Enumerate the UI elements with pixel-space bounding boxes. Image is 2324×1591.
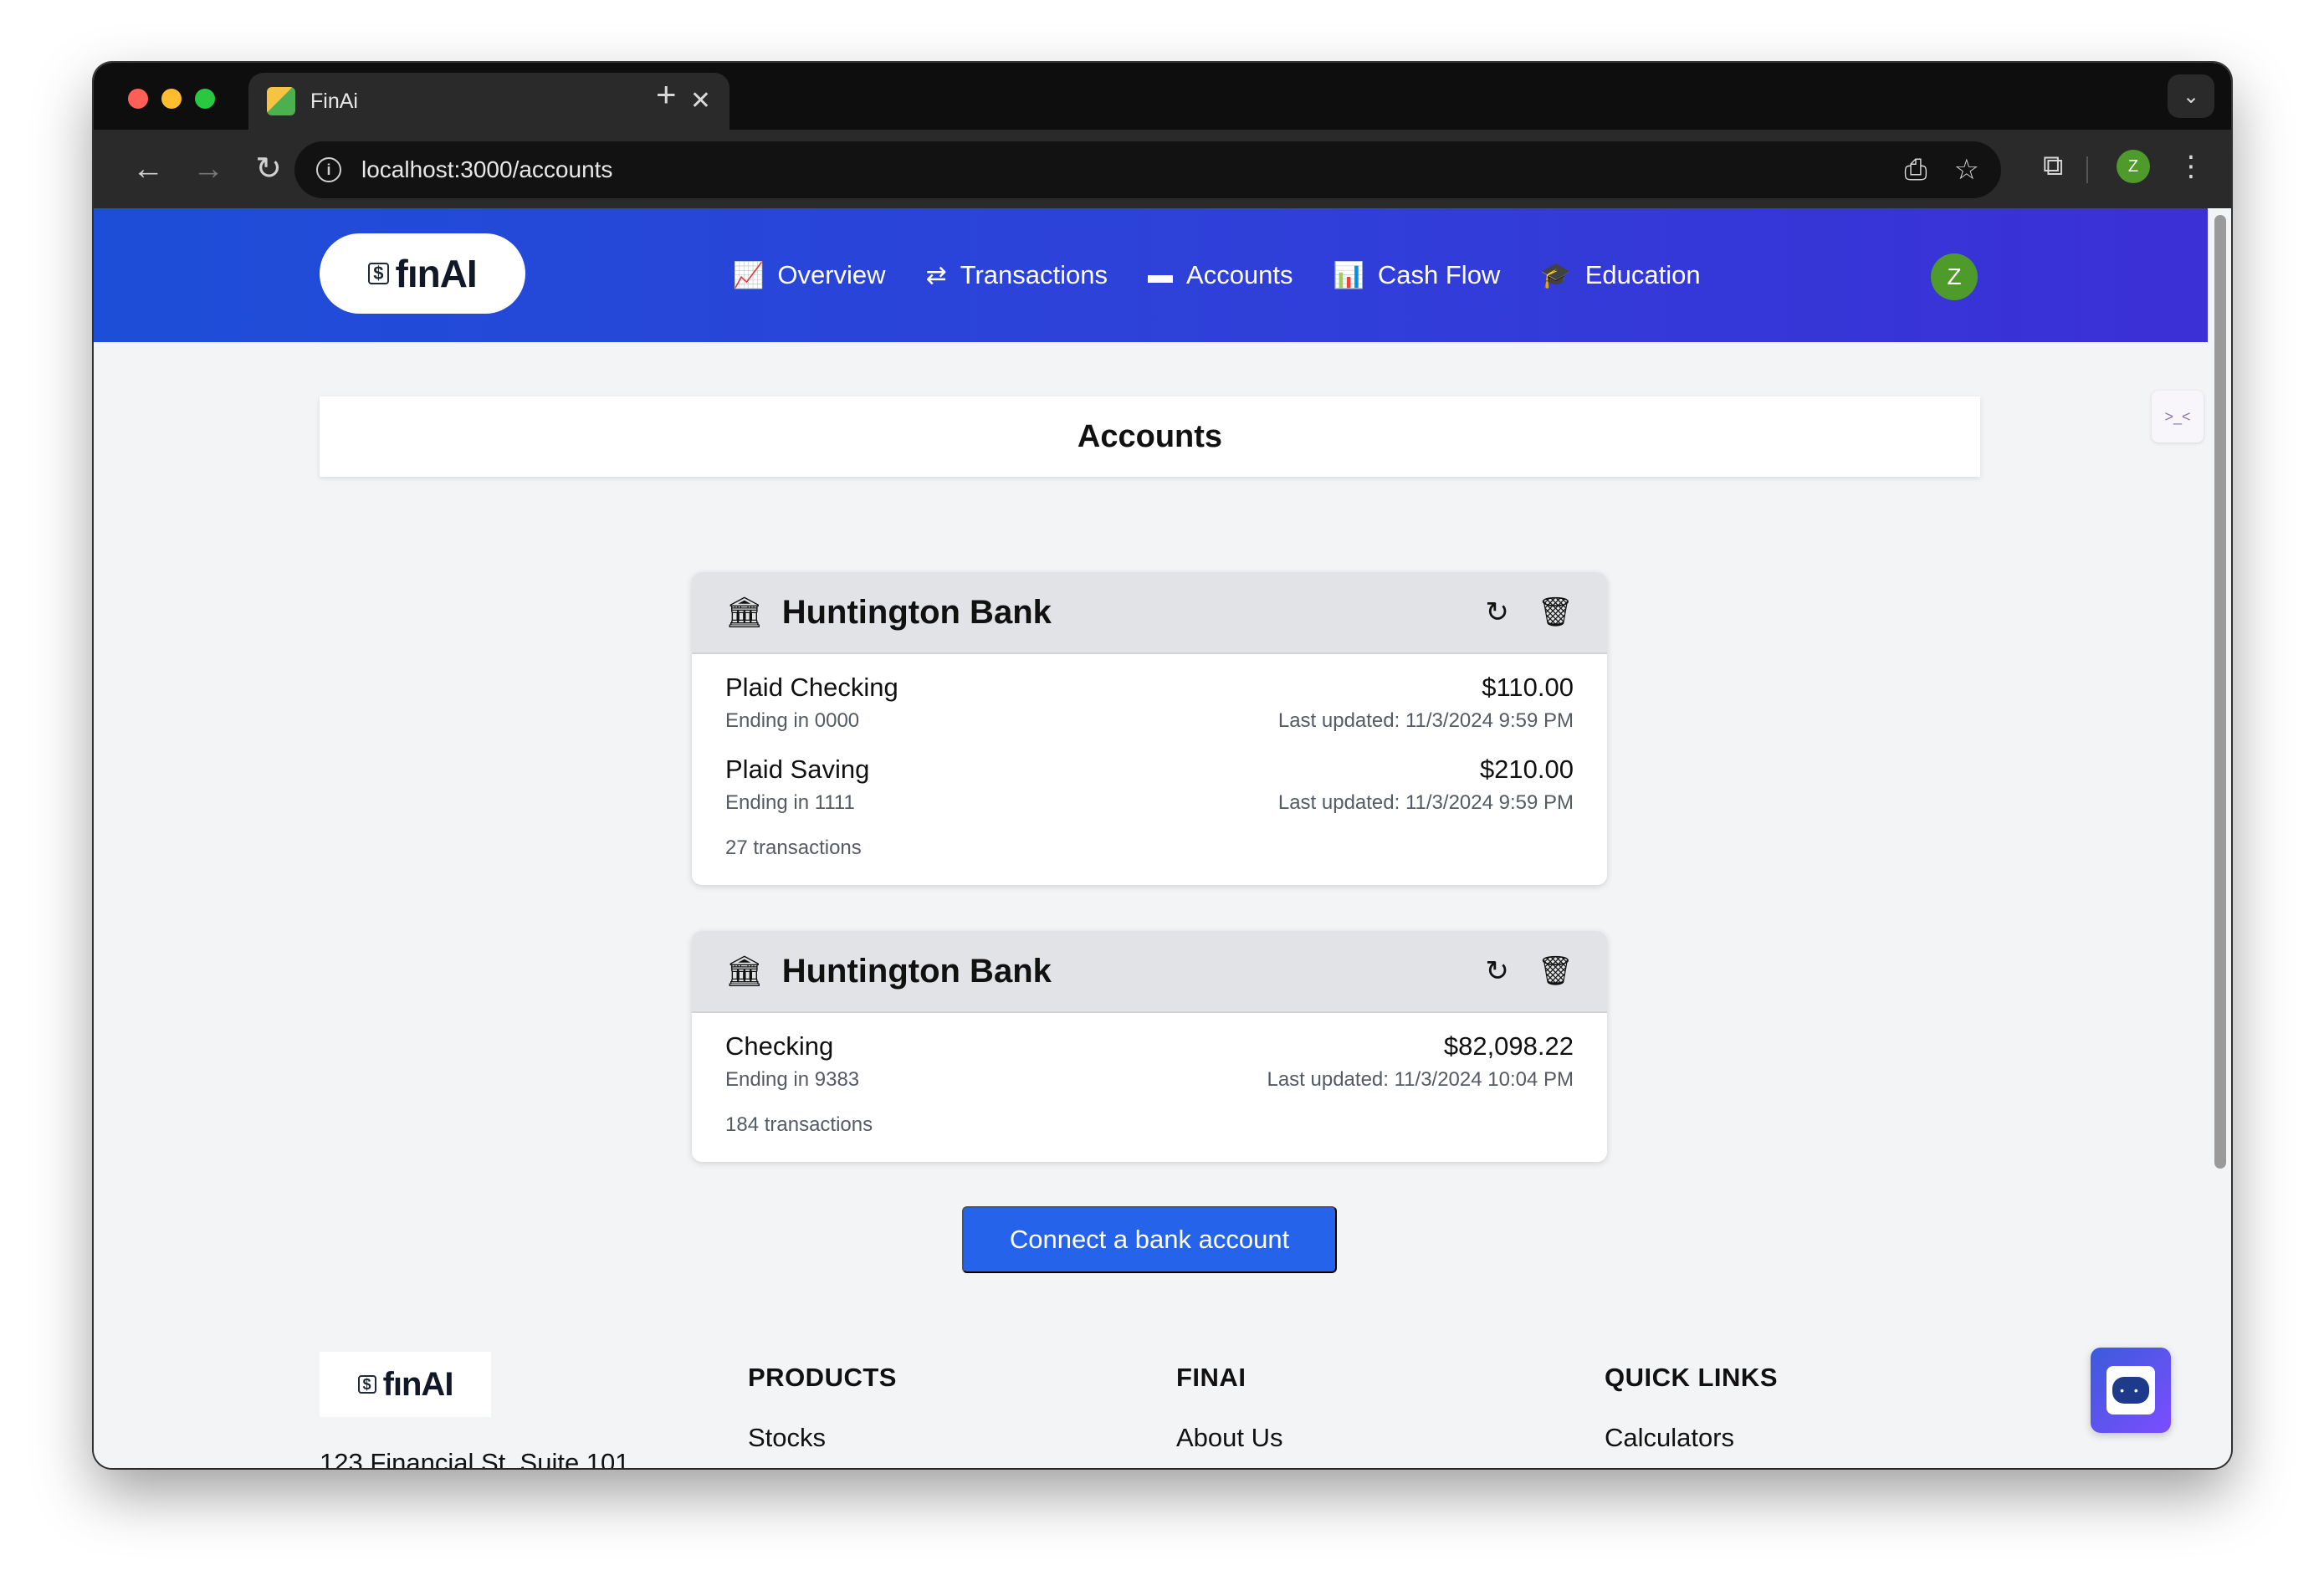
bank-card: 🏛 Huntington Bank ↻ 🗑 Plaid Checking End… xyxy=(692,572,1607,885)
forward-arrow-icon[interactable]: → xyxy=(187,148,229,190)
account-row[interactable]: Plaid Checking Ending in 0000 $110.00 La… xyxy=(725,673,1574,733)
nav-education-label: Education xyxy=(1584,260,1701,289)
site-info-icon[interactable]: i xyxy=(316,157,341,182)
nav-transactions[interactable]: ⇄ Transactions xyxy=(926,260,1108,290)
bank-name: Huntington Bank xyxy=(781,593,1052,631)
footer-heading: FINAI xyxy=(1176,1363,1246,1392)
graduation-cap-icon: 🎓 xyxy=(1540,261,1572,289)
wallet-icon: ▬ xyxy=(1148,261,1174,289)
main-nav: 📈 Overview ⇄ Transactions ▬ Accounts 📊 C… xyxy=(733,208,1701,342)
page-title-bar: Accounts xyxy=(320,396,1980,477)
account-ending: Ending in 0000 xyxy=(725,709,860,732)
extensions-puzzle-icon[interactable]: ⧉ xyxy=(2043,150,2063,182)
browser-window: FinAi ✕ + ⌄ ← → ↻ i localhost:3000/accou… xyxy=(94,63,2231,1468)
account-ending: Ending in 1111 xyxy=(725,791,855,814)
money-logo-icon: $ xyxy=(368,263,389,284)
nav-cash-flow[interactable]: 📊 Cash Flow xyxy=(1333,260,1501,290)
bar-chart-icon: 📊 xyxy=(1333,261,1364,289)
footer-column-products: PRODUCTS Stocks xyxy=(748,1363,897,1453)
account-name: Plaid Saving xyxy=(725,755,870,784)
footer-column-quick-links: QUICK LINKS Calculators xyxy=(1605,1363,1778,1453)
footer-heading: QUICK LINKS xyxy=(1605,1363,1778,1392)
account-name: Checking xyxy=(725,1031,834,1061)
maximize-window-button[interactable] xyxy=(195,89,215,109)
footer-logo[interactable]: $ fınAI xyxy=(320,1352,491,1417)
footer-column-finai: FINAI About Us xyxy=(1176,1363,1283,1453)
bank-card-body: Checking Ending in 9383 $82,098.22 Last … xyxy=(692,1013,1607,1162)
footer-link-calculators[interactable]: Calculators xyxy=(1605,1423,1778,1453)
bookmark-star-icon[interactable]: ☆ xyxy=(1954,153,1979,187)
chatbot-button[interactable]: • • xyxy=(2091,1348,2171,1433)
url-text[interactable]: localhost:3000/accounts xyxy=(361,156,1877,183)
account-balance: $210.00 xyxy=(1479,755,1574,784)
chart-line-icon: 📈 xyxy=(733,261,765,289)
footer-logo-text: fınAI xyxy=(382,1365,454,1403)
scrollbar-thumb[interactable] xyxy=(2214,215,2226,1169)
page-scrollbar[interactable] xyxy=(2208,208,2231,1468)
robot-icon: • • xyxy=(2106,1366,2155,1415)
footer-link-stocks[interactable]: Stocks xyxy=(748,1423,897,1453)
user-avatar[interactable]: Z xyxy=(1931,253,1978,300)
app-header: $ fınAI 📈 Overview ⇄ Transactions ▬ Acco… xyxy=(94,208,2208,342)
connect-bank-account-button[interactable]: Connect a bank account xyxy=(962,1206,1337,1273)
tab-close-icon[interactable]: ✕ xyxy=(690,89,711,114)
close-window-button[interactable] xyxy=(128,89,148,109)
bank-name: Huntington Bank xyxy=(781,952,1052,990)
bank-card-header: 🏛 Huntington Bank ↻ 🗑 xyxy=(692,931,1607,1013)
account-row[interactable]: Plaid Saving Ending in 1111 $210.00 Last… xyxy=(725,755,1574,815)
bank-card-body: Plaid Checking Ending in 0000 $110.00 La… xyxy=(692,654,1607,885)
browser-menu-kebab-icon[interactable]: ⋮ xyxy=(2177,150,2205,183)
nav-overview-label: Overview xyxy=(777,260,886,289)
logo-text: fınAI xyxy=(395,252,478,295)
bank-building-icon: 🏛 xyxy=(725,595,764,629)
back-arrow-icon[interactable]: ← xyxy=(127,148,169,190)
nav-overview[interactable]: 📈 Overview xyxy=(733,260,886,290)
refresh-icon[interactable]: ↻ xyxy=(1485,954,1509,988)
account-last-updated: Last updated: 11/3/2024 10:04 PM xyxy=(1267,1068,1574,1091)
nav-education[interactable]: 🎓 Education xyxy=(1540,260,1700,290)
devtools-widget-icon[interactable]: >_< xyxy=(2152,391,2204,443)
footer-address: 123 Financial St, Suite 101 xyxy=(320,1448,630,1468)
toolbar-divider xyxy=(2086,156,2088,183)
browser-tabstrip: FinAi ✕ + ⌄ xyxy=(94,63,2231,130)
footer-link-about-us[interactable]: About Us xyxy=(1176,1423,1283,1453)
new-tab-button[interactable]: + xyxy=(656,74,677,115)
finai-favicon-icon xyxy=(267,87,295,115)
transaction-count[interactable]: 184 transactions xyxy=(725,1113,1574,1137)
minimize-window-button[interactable] xyxy=(161,89,182,109)
account-ending: Ending in 9383 xyxy=(725,1068,860,1091)
account-balance: $82,098.22 xyxy=(1443,1031,1574,1061)
exchange-arrows-icon: ⇄ xyxy=(925,261,947,289)
tab-search-chevron-icon[interactable]: ⌄ xyxy=(2168,74,2214,118)
nav-transactions-label: Transactions xyxy=(960,260,1108,289)
bank-card: 🏛 Huntington Bank ↻ 🗑 Checking Ending in… xyxy=(692,931,1607,1162)
account-name: Plaid Checking xyxy=(725,673,898,702)
money-logo-icon: $ xyxy=(357,1375,376,1394)
page-viewport: $ fınAI 📈 Overview ⇄ Transactions ▬ Acco… xyxy=(94,208,2208,1468)
browser-profile-avatar[interactable]: Z xyxy=(2117,150,2150,183)
install-app-icon[interactable]: ⎙ xyxy=(1904,154,1927,187)
page-title: Accounts xyxy=(1077,418,1223,454)
robot-face-icon: • • xyxy=(2112,1377,2149,1404)
nav-accounts[interactable]: ▬ Accounts xyxy=(1148,260,1293,290)
bank-card-header: 🏛 Huntington Bank ↻ 🗑 xyxy=(692,572,1607,654)
account-balance: $110.00 xyxy=(1482,673,1574,702)
trash-icon[interactable]: 🗑 xyxy=(1538,596,1574,629)
account-last-updated: Last updated: 11/3/2024 9:59 PM xyxy=(1277,709,1574,732)
reload-icon[interactable]: ↻ xyxy=(248,148,289,190)
tab-title: FinAi xyxy=(310,89,358,113)
trash-icon[interactable]: 🗑 xyxy=(1538,954,1574,988)
bank-building-icon: 🏛 xyxy=(725,954,764,988)
account-last-updated: Last updated: 11/3/2024 9:59 PM xyxy=(1277,791,1574,814)
browser-toolbar: ← → ↻ i localhost:3000/accounts ⎙ ☆ ⧉ Z … xyxy=(94,130,2231,208)
nav-cash-flow-label: Cash Flow xyxy=(1377,260,1501,289)
address-bar[interactable]: i localhost:3000/accounts ⎙ ☆ xyxy=(294,141,2001,198)
refresh-icon[interactable]: ↻ xyxy=(1485,596,1509,629)
nav-accounts-label: Accounts xyxy=(1186,260,1293,289)
footer-heading: PRODUCTS xyxy=(748,1363,897,1392)
finai-logo[interactable]: $ fınAI xyxy=(320,233,525,314)
transaction-count[interactable]: 27 transactions xyxy=(725,836,1574,860)
account-row[interactable]: Checking Ending in 9383 $82,098.22 Last … xyxy=(725,1031,1574,1092)
